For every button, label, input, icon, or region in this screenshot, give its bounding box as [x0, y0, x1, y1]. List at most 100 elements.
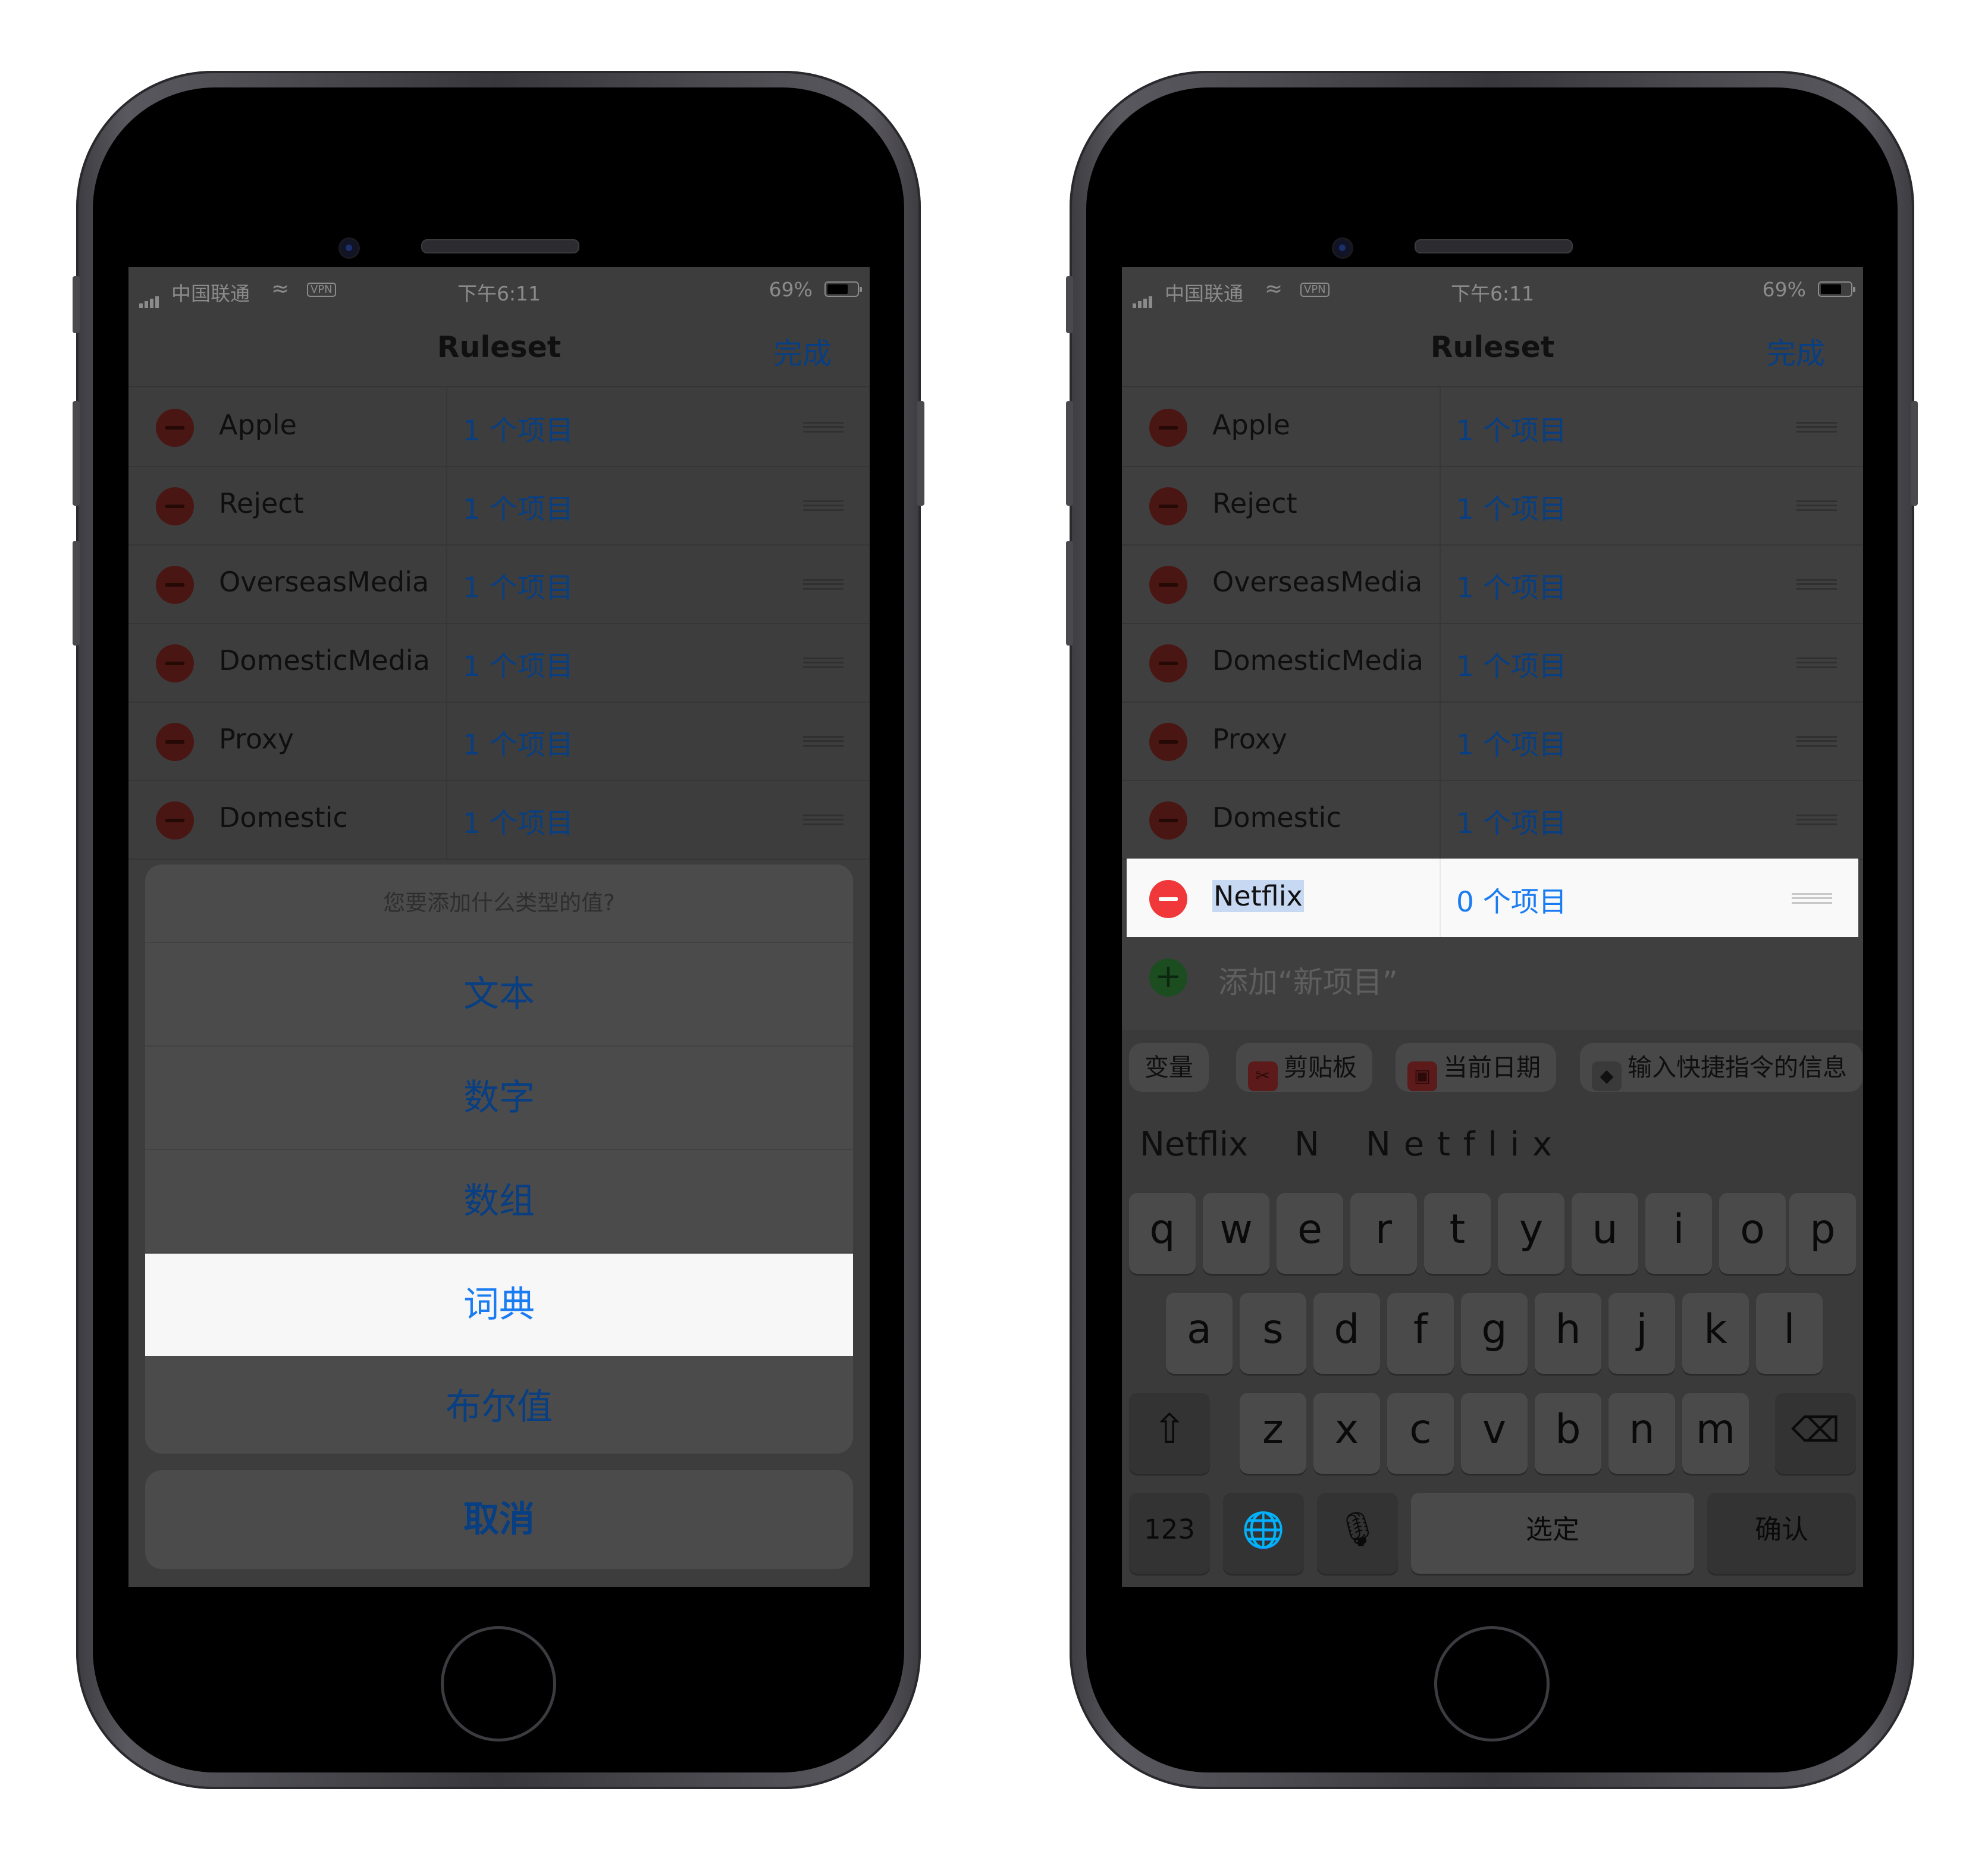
variables-button[interactable]: 变量	[1129, 1043, 1209, 1092]
item-value[interactable]: 1 个项目	[1456, 408, 1567, 449]
key-h[interactable]: h	[1535, 1293, 1601, 1374]
key-x[interactable]: x	[1313, 1393, 1380, 1474]
item-value[interactable]: 0 个项目	[1456, 879, 1567, 920]
key-r[interactable]: r	[1350, 1193, 1417, 1274]
item-value[interactable]: 1 个项目	[463, 486, 573, 527]
key-u[interactable]: u	[1572, 1193, 1638, 1274]
key-k[interactable]: k	[1682, 1293, 1749, 1374]
item-key[interactable]: Proxy	[1212, 723, 1287, 755]
backspace-key[interactable]: ⌫	[1775, 1393, 1856, 1474]
delete-icon[interactable]	[1149, 487, 1187, 525]
done-button[interactable]: 完成	[1767, 330, 1825, 372]
item-value[interactable]: 1 个项目	[1456, 722, 1567, 763]
key-o[interactable]: o	[1719, 1193, 1786, 1274]
delete-icon[interactable]	[1149, 880, 1187, 918]
reorder-icon[interactable]	[1796, 500, 1837, 511]
done-button[interactable]: 完成	[773, 330, 832, 372]
reorder-icon[interactable]	[803, 815, 844, 825]
add-item-row[interactable]: + 添加“新项目”	[1122, 938, 1863, 1017]
list-item-editing[interactable]: Netflix 0 个项目	[1127, 859, 1858, 937]
reorder-icon[interactable]	[1796, 579, 1837, 590]
reorder-icon[interactable]	[803, 736, 844, 747]
delete-icon[interactable]	[156, 644, 194, 682]
numbers-key[interactable]: 123	[1129, 1493, 1210, 1574]
item-key[interactable]: DomesticMedia	[219, 644, 430, 676]
reorder-icon[interactable]	[803, 422, 844, 433]
suggestion[interactable]: N	[1294, 1125, 1319, 1164]
current-date-chip[interactable]: ▣ 当前日期	[1396, 1043, 1556, 1092]
option-dictionary[interactable]: 词典	[145, 1254, 853, 1356]
key-w[interactable]: w	[1203, 1193, 1269, 1274]
item-key[interactable]: OverseasMedia	[219, 566, 429, 598]
list-item[interactable]: OverseasMedia 1 个项目	[1122, 544, 1863, 624]
list-item[interactable]: DomesticMedia 1 个项目	[1122, 623, 1863, 703]
list-item[interactable]: Reject 1 个项目	[1122, 466, 1863, 546]
delete-icon[interactable]	[1149, 644, 1187, 682]
item-key[interactable]: Proxy	[219, 723, 294, 755]
item-key-input[interactable]: Netflix	[1212, 880, 1304, 912]
item-key[interactable]: Reject	[219, 487, 304, 519]
add-icon[interactable]: +	[1149, 959, 1187, 997]
globe-icon[interactable]: 🌐	[1223, 1493, 1304, 1574]
list-item[interactable]: Apple 1 个项目	[1122, 387, 1863, 467]
item-value[interactable]: 1 个项目	[463, 565, 573, 606]
key-c[interactable]: c	[1387, 1393, 1454, 1474]
item-value[interactable]: 1 个项目	[463, 643, 573, 684]
reorder-icon[interactable]	[803, 579, 844, 590]
reorder-icon[interactable]	[1792, 893, 1832, 904]
suggestion[interactable]: N e t f l i x	[1366, 1125, 1553, 1164]
option-array[interactable]: 数组	[145, 1150, 853, 1254]
key-z[interactable]: z	[1240, 1393, 1306, 1474]
item-value[interactable]: 1 个项目	[1456, 643, 1567, 684]
delete-icon[interactable]	[1149, 723, 1187, 761]
reorder-icon[interactable]	[1796, 815, 1837, 825]
list-item[interactable]: Domestic 1 个项目	[1122, 780, 1863, 860]
shift-key[interactable]: ⇧	[1129, 1393, 1210, 1474]
option-number[interactable]: 数字	[145, 1047, 853, 1150]
add-item-label[interactable]: 添加“新项目”	[1218, 959, 1398, 1001]
item-key[interactable]: OverseasMedia	[1212, 566, 1422, 598]
list-item[interactable]: Proxy 1 个项目	[128, 701, 870, 781]
reorder-icon[interactable]	[803, 657, 844, 668]
key-m[interactable]: m	[1682, 1393, 1749, 1474]
key-v[interactable]: v	[1461, 1393, 1528, 1474]
reorder-icon[interactable]	[1796, 657, 1837, 668]
key-q[interactable]: q	[1129, 1193, 1196, 1274]
item-value[interactable]: 1 个项目	[1456, 486, 1567, 527]
home-button[interactable]	[1434, 1626, 1550, 1742]
return-key[interactable]: 确认	[1707, 1493, 1856, 1574]
reorder-icon[interactable]	[1796, 736, 1837, 747]
home-button[interactable]	[441, 1626, 556, 1742]
key-g[interactable]: g	[1461, 1293, 1528, 1374]
item-key[interactable]: Domestic	[219, 801, 348, 834]
list-item[interactable]: Reject 1 个项目	[128, 466, 870, 546]
item-value[interactable]: 1 个项目	[1456, 565, 1567, 606]
item-key[interactable]: Reject	[1212, 487, 1297, 519]
space-key[interactable]: 选定	[1411, 1493, 1694, 1574]
option-text[interactable]: 文本	[145, 943, 853, 1047]
key-y[interactable]: y	[1498, 1193, 1564, 1274]
key-s[interactable]: s	[1240, 1293, 1306, 1374]
key-d[interactable]: d	[1313, 1293, 1380, 1374]
delete-icon[interactable]	[156, 487, 194, 525]
reorder-icon[interactable]	[1796, 422, 1837, 433]
item-key[interactable]: DomesticMedia	[1212, 644, 1423, 676]
list-item[interactable]: DomesticMedia 1 个项目	[128, 623, 870, 703]
reorder-icon[interactable]	[803, 500, 844, 511]
list-item[interactable]: OverseasMedia 1 个项目	[128, 544, 870, 624]
option-boolean[interactable]: 布尔值	[145, 1356, 853, 1454]
item-key[interactable]: Domestic	[1212, 801, 1341, 834]
key-i[interactable]: i	[1645, 1193, 1712, 1274]
key-t[interactable]: t	[1424, 1193, 1491, 1274]
item-value[interactable]: 1 个项目	[463, 800, 573, 841]
delete-icon[interactable]	[156, 723, 194, 761]
delete-icon[interactable]	[1149, 801, 1187, 840]
list-item[interactable]: Apple 1 个项目	[128, 387, 870, 467]
item-key[interactable]: Apple	[219, 409, 297, 441]
microphone-icon[interactable]: 🎙	[1317, 1493, 1398, 1574]
delete-icon[interactable]	[156, 566, 194, 604]
key-p[interactable]: p	[1789, 1193, 1856, 1274]
list-item[interactable]: Proxy 1 个项目	[1122, 701, 1863, 781]
item-value[interactable]: 1 个项目	[463, 408, 573, 449]
key-b[interactable]: b	[1535, 1393, 1601, 1474]
